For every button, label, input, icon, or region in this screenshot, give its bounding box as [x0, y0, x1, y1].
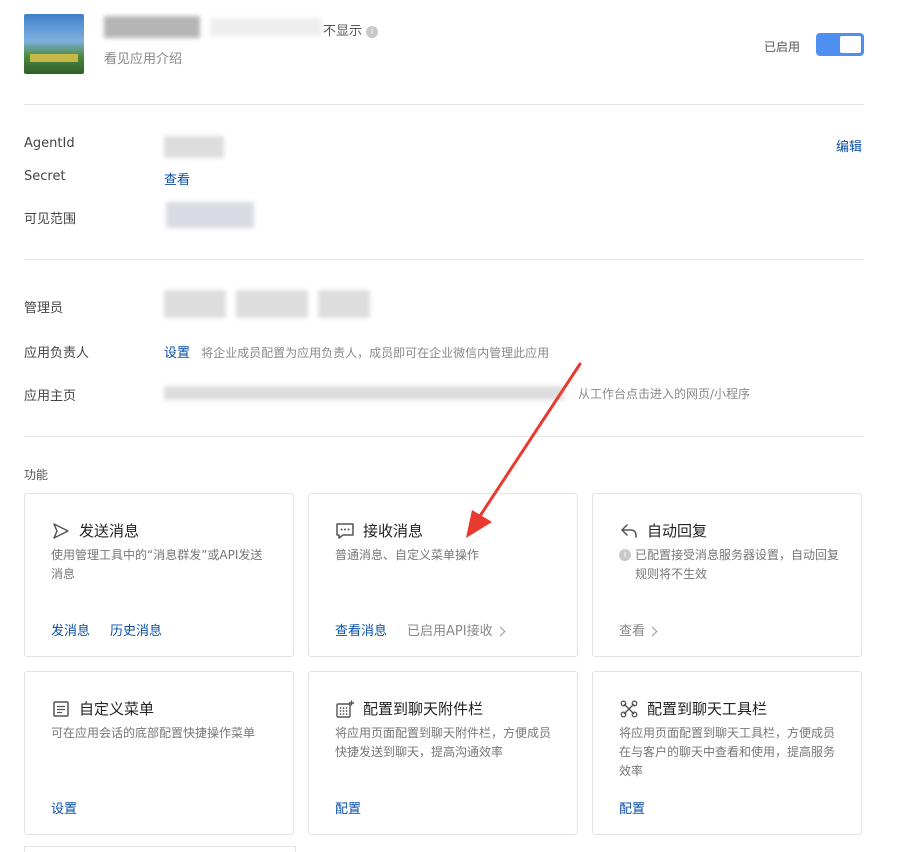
annotation-arrow	[466, 362, 582, 538]
